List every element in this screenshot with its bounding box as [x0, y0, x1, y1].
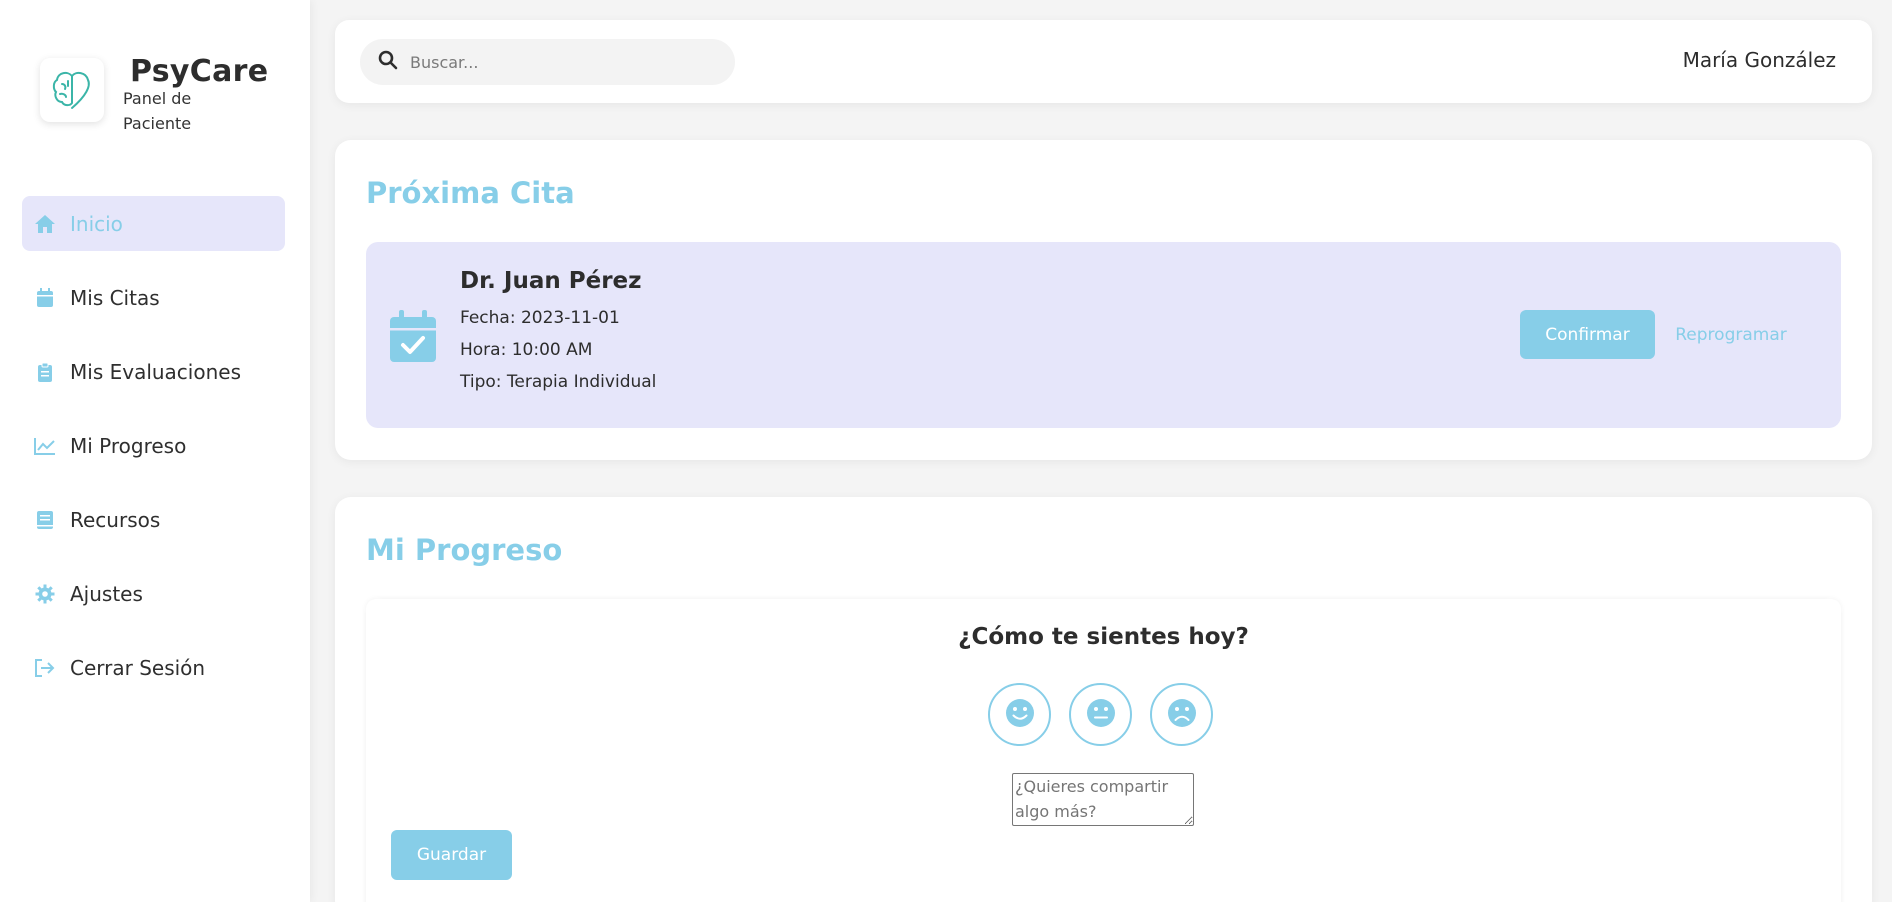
- sidebar-nav: Inicio Mis Citas Mis Evaluaciones Mi Pro…: [22, 196, 285, 714]
- clipboard-icon: [34, 361, 56, 383]
- doctor-name: Dr. Juan Pérez: [460, 268, 642, 294]
- progress-card: Mi Progreso ¿Cómo te sientes hoy? Guarda…: [335, 497, 1872, 902]
- next-appointment-title: Próxima Cita: [366, 176, 575, 210]
- reschedule-button[interactable]: Reprogramar: [1666, 310, 1796, 359]
- smile-icon: [1005, 698, 1035, 732]
- meh-icon: [1086, 698, 1116, 732]
- sidebar-item-inicio[interactable]: Inicio: [22, 196, 285, 251]
- sidebar-item-mis-evaluaciones[interactable]: Mis Evaluaciones: [22, 344, 285, 399]
- sidebar-item-label: Ajustes: [70, 581, 143, 606]
- calendar-check-icon: [390, 310, 436, 366]
- sidebar-item-label: Mis Evaluaciones: [70, 359, 241, 384]
- brain-heart-icon: [40, 58, 104, 122]
- sidebar-item-cerrar-sesion[interactable]: Cerrar Sesión: [22, 640, 285, 695]
- appointment-time: Hora: 10:00 AM: [460, 340, 593, 360]
- mood-question: ¿Cómo te sientes hoy?: [958, 624, 1249, 650]
- sidebar-item-label: Mis Citas: [70, 285, 160, 310]
- sidebar-item-mi-progreso[interactable]: Mi Progreso: [22, 418, 285, 473]
- brand: PsyCare Panel de Paciente: [40, 54, 290, 144]
- sidebar-item-mis-citas[interactable]: Mis Citas: [22, 270, 285, 325]
- sidebar-item-recursos[interactable]: Recursos: [22, 492, 285, 547]
- home-icon: [34, 213, 56, 235]
- user-name[interactable]: María González: [1683, 48, 1836, 72]
- book-icon: [34, 509, 56, 531]
- mood-neutral-button[interactable]: [1069, 683, 1132, 746]
- calendar-icon: [34, 287, 56, 309]
- appointment-panel: Dr. Juan Pérez Fecha: 2023-11-01 Hora: 1…: [366, 242, 1841, 428]
- sidebar-item-label: Recursos: [70, 507, 161, 532]
- search-icon: [378, 50, 398, 74]
- progress-title: Mi Progreso: [366, 533, 563, 567]
- save-button[interactable]: Guardar: [391, 830, 512, 880]
- mood-checkin: ¿Cómo te sientes hoy? Guardar: [366, 599, 1841, 902]
- appointment-info: Dr. Juan Pérez Fecha: 2023-11-01 Hora: 1…: [460, 268, 656, 398]
- search-input[interactable]: [410, 52, 710, 72]
- brand-subtitle: Panel de Paciente: [123, 89, 192, 133]
- appointment-type: Tipo: Terapia Individual: [460, 372, 657, 392]
- confirm-button[interactable]: Confirmar: [1520, 310, 1655, 359]
- chart-line-icon: [34, 435, 56, 457]
- sidebar-item-label: Mi Progreso: [70, 433, 187, 458]
- mood-happy-button[interactable]: [988, 683, 1051, 746]
- sidebar: PsyCare Panel de Paciente Inicio Mis Cit…: [0, 0, 310, 902]
- appointment-date: Fecha: 2023-11-01: [460, 308, 620, 328]
- mood-note-textarea[interactable]: [1012, 773, 1194, 826]
- frown-icon: [1167, 698, 1197, 732]
- search-bar[interactable]: [360, 39, 735, 85]
- brand-title: PsyCare: [130, 54, 269, 89]
- sign-out-icon: [34, 657, 56, 679]
- mood-sad-button[interactable]: [1150, 683, 1213, 746]
- sidebar-item-label: Cerrar Sesión: [70, 655, 206, 680]
- top-header: María González: [335, 20, 1872, 103]
- next-appointment-card: Próxima Cita Dr. Juan Pérez Fecha: 2023-…: [335, 140, 1872, 460]
- sidebar-item-label: Inicio: [70, 211, 123, 236]
- mood-options: [988, 683, 1213, 746]
- gear-icon: [34, 583, 56, 605]
- sidebar-item-ajustes[interactable]: Ajustes: [22, 566, 285, 621]
